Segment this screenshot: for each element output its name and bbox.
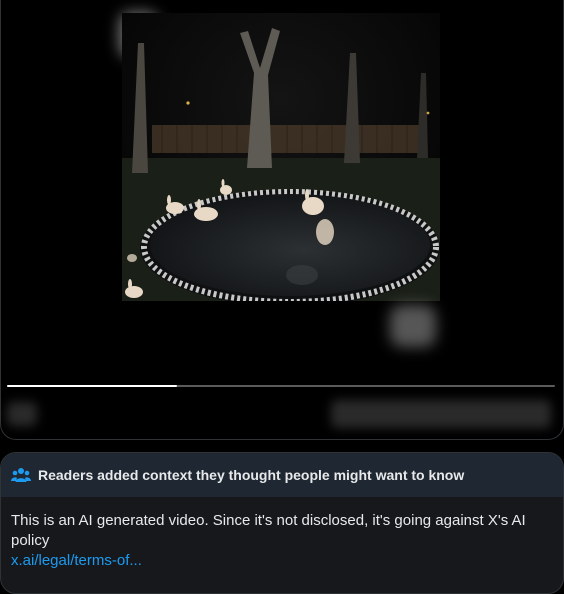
blurred-watermark (390, 305, 436, 347)
video-progress-fill (7, 385, 177, 387)
video-player[interactable] (0, 0, 564, 440)
community-note-title: Readers added context they thought peopl… (38, 467, 465, 483)
video-controls-group[interactable] (331, 400, 551, 428)
trampoline-bunnies-scene (122, 13, 440, 301)
community-note-text: This is an AI generated video. Since it'… (11, 512, 526, 549)
video-frame[interactable] (122, 13, 440, 301)
community-note-body: This is an AI generated video. Since it'… (11, 511, 551, 571)
play-button[interactable] (7, 402, 37, 426)
community-note-header: Readers added context they thought peopl… (1, 453, 563, 497)
community-note-link[interactable]: x.ai/legal/terms-of... (11, 551, 551, 571)
people-group-icon (11, 467, 31, 483)
community-note: Readers added context they thought peopl… (0, 452, 564, 594)
video-progress-bar[interactable] (7, 385, 555, 387)
